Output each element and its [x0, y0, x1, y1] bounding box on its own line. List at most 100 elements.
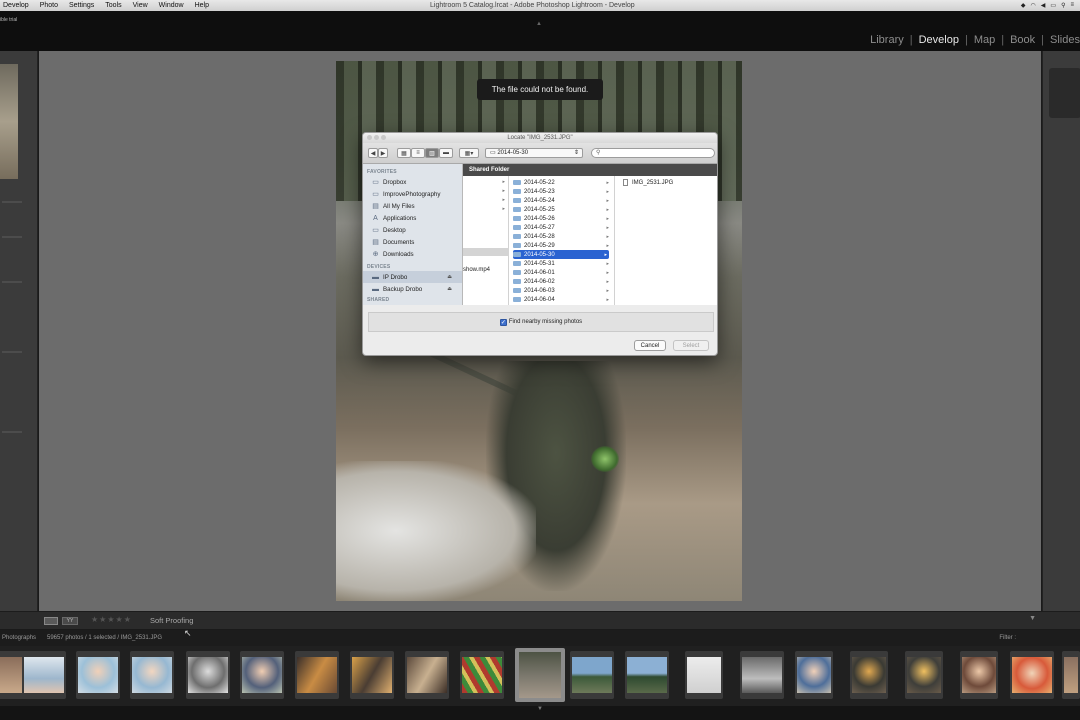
cancel-button[interactable]: Cancel	[634, 340, 666, 351]
folder-item-selected[interactable]: 2014-05-30 ▸	[513, 250, 609, 259]
filmstrip-thumbnail[interactable]	[685, 651, 723, 699]
sidebar-item-desktop[interactable]: ▭ Desktop	[363, 224, 462, 236]
arrange-button[interactable]: ▦▾	[459, 148, 479, 158]
sidebar-item-all-my-files[interactable]: ▤ All My Files	[363, 200, 462, 212]
module-slides[interactable]: Slides	[1050, 34, 1080, 46]
menu-window[interactable]: Window	[159, 2, 184, 9]
collapse-bottom-icon[interactable]: ▼	[537, 706, 543, 712]
column-selection[interactable]	[463, 248, 509, 256]
folder-label: 2014-05-30	[524, 251, 555, 258]
menu-settings[interactable]: Settings	[69, 2, 94, 9]
filmstrip-thumbnail[interactable]	[1010, 651, 1054, 699]
sidebar-item-backup-drobo[interactable]: ▬ Backup Drobo ⏏	[363, 283, 462, 295]
filmstrip-thumbnail[interactable]	[570, 651, 614, 699]
sidebar-item-improvephotography[interactable]: ▭ ImprovePhotography	[363, 188, 462, 200]
select-button[interactable]: Select	[673, 340, 709, 351]
module-book[interactable]: Book	[1010, 34, 1035, 46]
options-area: ✓ Find nearby missing photos	[368, 312, 714, 332]
collapse-top-icon[interactable]: ▲	[536, 21, 542, 27]
filmstrip-thumbnail[interactable]	[795, 651, 833, 699]
module-library[interactable]: Library	[870, 34, 904, 46]
close-button[interactable]	[367, 135, 372, 140]
folder-item[interactable]: 2014-06-01 ▸	[509, 268, 615, 277]
filmstrip-thumbnail[interactable]	[130, 651, 174, 699]
icon-view-button[interactable]: ▦	[397, 148, 411, 158]
folder-item[interactable]: 2014-06-03 ▸	[509, 286, 615, 295]
soft-proofing-toggle[interactable]: Soft Proofing	[150, 616, 193, 625]
file-item[interactable]: show.mp4	[463, 267, 490, 273]
wifi-icon[interactable]: ◠	[1031, 2, 1036, 9]
filmstrip-thumbnail[interactable]	[186, 651, 230, 699]
navigator-preview[interactable]	[0, 64, 18, 179]
sidebar-item-downloads[interactable]: ⊕ Downloads	[363, 248, 462, 260]
eject-icon[interactable]: ⏏	[447, 274, 452, 280]
filmstrip-thumbnail[interactable]	[22, 651, 66, 699]
menu-develop[interactable]: Develop	[3, 2, 29, 9]
filmstrip-collapse-bar[interactable]: ▼	[0, 706, 1080, 720]
filmstrip-thumbnail[interactable]	[405, 651, 449, 699]
module-map[interactable]: Map	[974, 34, 995, 46]
folder-item[interactable]: 2014-05-23 ▸	[509, 187, 615, 196]
file-item[interactable]: IMG_2531.JPG	[623, 179, 673, 186]
battery-icon[interactable]: ▭	[1050, 2, 1056, 9]
folder-icon	[513, 243, 521, 248]
filmstrip-thumbnail[interactable]	[1062, 651, 1080, 699]
column-view-button[interactable]: ▥	[425, 148, 439, 158]
folder-item[interactable]: 2014-05-27 ▸	[509, 223, 615, 232]
folder-icon	[513, 288, 521, 293]
image-file-icon	[623, 179, 628, 186]
filmstrip-thumbnail[interactable]	[76, 651, 120, 699]
find-nearby-checkbox[interactable]: ✓	[499, 318, 507, 326]
folder-item[interactable]: 2014-05-29 ▸	[509, 241, 615, 250]
rating-stars[interactable]: ★★★★★	[91, 615, 132, 624]
forward-button[interactable]: ▶	[378, 148, 388, 158]
sidebar-item-dropbox[interactable]: ▭ Dropbox	[363, 176, 462, 188]
menu-help[interactable]: Help	[195, 2, 209, 9]
filmstrip-thumbnail-selected[interactable]	[515, 648, 565, 702]
right-panel	[1042, 51, 1080, 611]
filmstrip-thumbnail[interactable]	[625, 651, 669, 699]
module-develop[interactable]: Develop	[919, 34, 959, 46]
location-popup[interactable]: ▭ 2014-05-30 ⇕	[485, 148, 583, 158]
volume-icon[interactable]: ◀	[1041, 2, 1046, 9]
folder-item[interactable]: 2014-05-26 ▸	[509, 214, 615, 223]
filmstrip-thumbnail[interactable]	[240, 651, 284, 699]
zoom-button[interactable]	[381, 135, 386, 140]
filmstrip-thumbnail[interactable]	[350, 651, 394, 699]
filmstrip-thumbnail[interactable]	[850, 651, 888, 699]
search-input[interactable]: ⚲	[591, 148, 715, 158]
sidebar-item-applications[interactable]: A Applications	[363, 212, 462, 224]
sidebar-item-documents[interactable]: ▤ Documents	[363, 236, 462, 248]
before-after-button[interactable]: YY	[62, 617, 78, 625]
loupe-view-button[interactable]	[44, 617, 58, 625]
menu-view[interactable]: View	[133, 2, 148, 9]
filmstrip-thumbnail[interactable]	[295, 651, 339, 699]
menu-photo[interactable]: Photo	[40, 2, 58, 9]
folder-item[interactable]: 2014-06-04 ▸	[509, 295, 615, 304]
filmstrip-thumbnail[interactable]	[460, 651, 504, 699]
list-icon[interactable]: ≡	[1070, 2, 1074, 9]
chevron-down-icon[interactable]: ▼	[1029, 615, 1036, 622]
search-icon[interactable]: ⚲	[1061, 2, 1065, 9]
folder-item[interactable]: 2014-05-25 ▸	[509, 205, 615, 214]
filmstrip-count[interactable]: 59657 photos / 1 selected / IMG_2531.JPG	[47, 635, 162, 641]
eject-icon[interactable]: ⏏	[447, 286, 452, 292]
folder-item[interactable]: 2014-05-31 ▸	[509, 259, 615, 268]
filmstrip-source[interactable]: Photographs	[2, 635, 36, 641]
dropbox-icon[interactable]: ◆	[1021, 2, 1026, 9]
filmstrip-thumbnail[interactable]	[905, 651, 943, 699]
list-view-button[interactable]: ≡	[411, 148, 425, 158]
find-nearby-label[interactable]: Find nearby missing photos	[509, 319, 582, 325]
minimize-button[interactable]	[374, 135, 379, 140]
filmstrip-thumbnail[interactable]	[960, 651, 998, 699]
folder-item[interactable]: 2014-05-28 ▸	[509, 232, 615, 241]
filmstrip-thumbnail[interactable]	[740, 651, 784, 699]
folder-item[interactable]: 2014-05-24 ▸	[509, 196, 615, 205]
sidebar-item-ip-drobo[interactable]: ▬ IP Drobo ⏏	[363, 271, 462, 283]
folder-item[interactable]: 2014-06-02 ▸	[509, 277, 615, 286]
back-button[interactable]: ◀	[368, 148, 378, 158]
coverflow-view-button[interactable]: ▬	[439, 148, 453, 158]
menu-tools[interactable]: Tools	[105, 2, 121, 9]
desktop-icon: ▭	[372, 227, 379, 234]
folder-item[interactable]: 2014-05-22 ▸	[509, 178, 615, 187]
